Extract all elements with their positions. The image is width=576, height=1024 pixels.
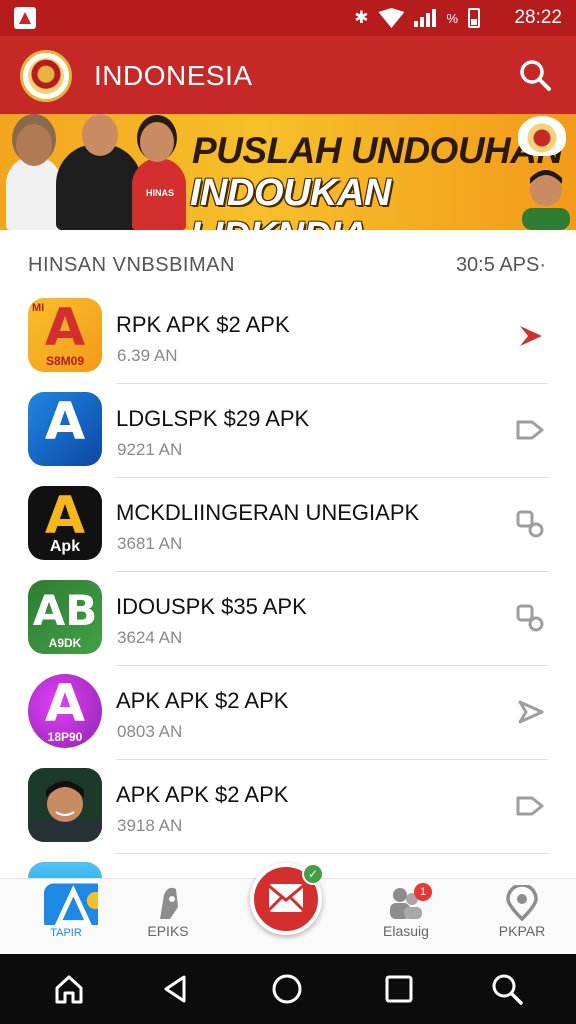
nav-tab-tapir[interactable]: TAPIR [16, 879, 116, 955]
page-title: INDONESIA [94, 60, 253, 91]
promo-banner[interactable]: HINAS PUSLAH UNDOUHAN INDOUKAN LIDKNDIA [0, 114, 576, 230]
banner-people-image: HINAS [6, 114, 186, 230]
app-icon-glyph: A [44, 674, 86, 734]
nav-tab-epiks[interactable]: EPIKS [118, 879, 218, 955]
list-item[interactable]: AB A9DK IDOUSPK $35 APK 3624 AN [0, 572, 576, 666]
nav-tab-elasuig[interactable]: 1 Elasuig [356, 879, 456, 955]
app-icon: A [28, 392, 102, 466]
app-icon-badge: MI [32, 302, 45, 314]
status-icons: ✱ % [354, 8, 480, 28]
search-icon[interactable] [490, 972, 524, 1006]
nav-label: Elasuig [383, 923, 429, 939]
app-name: LDGLSPK $29 APK [116, 406, 310, 431]
garuda-emblem-icon [518, 116, 566, 156]
clock: 28:22 [514, 7, 562, 28]
nav-label: TAPIR [50, 927, 82, 939]
signal-icon [414, 9, 437, 27]
mail-fab-button[interactable]: ✓ [250, 863, 324, 935]
app-meta: 6.39 AN [117, 346, 178, 365]
app-icon-label: 18P90 [47, 730, 83, 744]
list-item[interactable]: A LDGLSPK $29 APK 9221 AN [0, 384, 576, 478]
search-button[interactable] [518, 58, 552, 92]
system-navigation-bar [0, 954, 576, 1024]
home-icon[interactable] [52, 972, 86, 1006]
banner-headline: PUSLAH UNDOUHAN [192, 130, 563, 171]
send-icon[interactable] [514, 696, 546, 728]
fab-badge: ✓ [302, 863, 324, 885]
red-arrow-icon[interactable] [514, 320, 546, 352]
wifi-icon [378, 8, 405, 28]
app-icon: AB A9DK [28, 580, 102, 654]
app-logo [20, 50, 72, 102]
back-icon[interactable] [158, 972, 192, 1006]
app-meta: 3918 AN [117, 816, 183, 835]
list-item[interactable]: A Apk MCKDLIINGERAN UNEGIAPK 3681 AN [0, 478, 576, 572]
app-meta: 9221 AN [117, 440, 183, 459]
section-count[interactable]: 30:5 APS· [456, 254, 546, 277]
app-name: RPK APK $2 APK [116, 312, 290, 337]
app-name: IDOUSPK $35 APK [116, 594, 307, 619]
tapir-app-icon [44, 883, 98, 925]
shirt-text: HINAS [145, 188, 174, 198]
nav-tab-pkpar[interactable]: PKPAR [472, 879, 572, 955]
app-icon-label: S8M09 [45, 354, 85, 368]
app-notification-icon [14, 7, 36, 29]
list-item[interactable]: APK APK $2 APK 3918 AN [0, 760, 576, 854]
app-icon-glyph: A [44, 392, 86, 452]
app-meta: 3624 AN [117, 628, 183, 647]
app-icon-label: Apk [49, 538, 81, 555]
app-meta: 3681 AN [117, 534, 183, 553]
app-icon-label: A9DK [48, 636, 82, 650]
tag-icon[interactable] [514, 414, 546, 446]
tag-icon[interactable] [514, 790, 546, 822]
app-icon: A Apk [28, 486, 102, 560]
key-icon[interactable] [514, 602, 546, 634]
list-item[interactable]: A S8M09 MI RPK APK $2 APK 6.39 AN [0, 290, 576, 384]
bluetooth-icon: ✱ [354, 8, 369, 28]
app-icon: A S8M09 MI [28, 298, 102, 372]
app-header: INDONESIA [0, 36, 576, 114]
bottom-navigation: TAPIR EPIKS ✓ 1 Elasuig PKPAR [0, 863, 576, 955]
recents-icon[interactable] [382, 972, 416, 1006]
section-title: HINSAN VNBSBIMAN [28, 254, 235, 276]
app-icon: A 18P90 [28, 674, 102, 748]
home-circle-icon[interactable] [270, 972, 304, 1006]
banner-person-right [522, 170, 570, 230]
search-icon [520, 60, 551, 91]
app-meta: 0803 AN [117, 722, 183, 741]
avatar [28, 768, 102, 842]
app-icon-glyph: AB [32, 585, 98, 635]
app-icon-glyph: A [44, 486, 86, 546]
list-item[interactable]: A 18P90 APK APK $2 APK 0803 AN [0, 666, 576, 760]
battery-percent: % [446, 10, 458, 26]
key-icon[interactable] [514, 508, 546, 540]
location-pin-icon [506, 885, 538, 921]
app-screen: ✱ % 28:22 INDONESIA HINAS PUSLAH UNDOUHA… [0, 0, 576, 1024]
status-bar: ✱ % 28:22 [0, 0, 576, 36]
nav-label: EPIKS [147, 923, 189, 939]
app-icon [28, 862, 102, 878]
rocket-icon [160, 887, 178, 919]
nav-label: PKPAR [498, 923, 546, 939]
app-name: APK APK $2 APK [116, 782, 289, 807]
mail-icon [268, 884, 304, 912]
battery-icon [468, 8, 480, 28]
notification-badge: 1 [414, 883, 432, 901]
app-name: MCKDLIINGERAN UNEGIAPK [116, 500, 420, 525]
app-name: APK APK $2 APK [116, 688, 289, 713]
